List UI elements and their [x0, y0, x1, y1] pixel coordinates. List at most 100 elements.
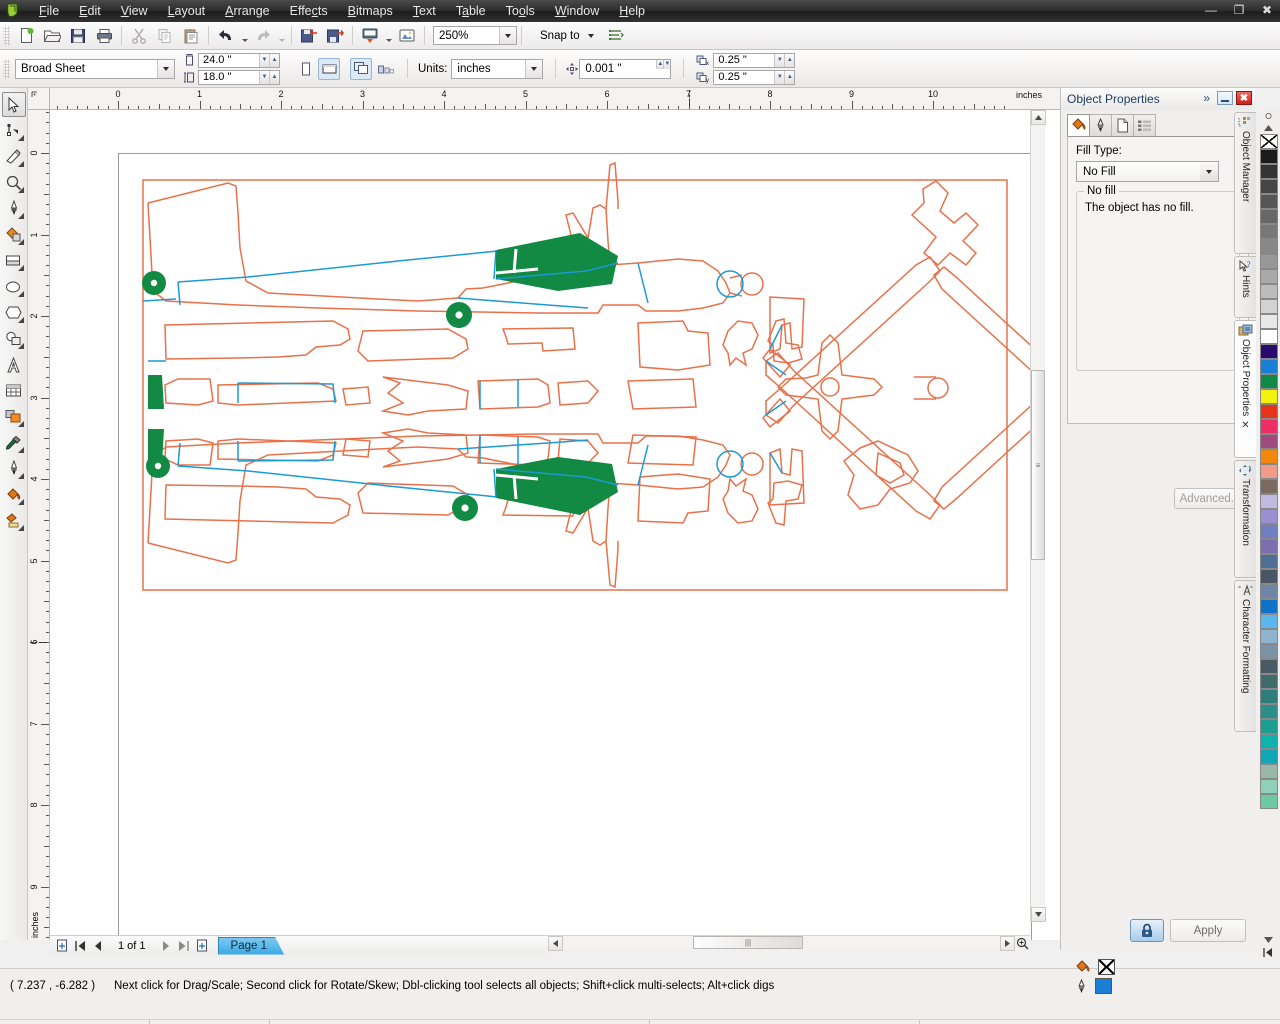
- palette-swatch[interactable]: [1260, 464, 1278, 479]
- chevron-down-icon[interactable]: [157, 60, 174, 78]
- pick-tool[interactable]: [2, 92, 26, 117]
- paste-button[interactable]: [178, 24, 204, 48]
- palette-swatch[interactable]: [1260, 209, 1278, 224]
- current-page-button[interactable]: [375, 58, 397, 80]
- menu-bar[interactable]: FFileile Edit View Layout Arrange Effect…: [29, 0, 655, 22]
- options-button[interactable]: [604, 24, 630, 48]
- sidetab-hints[interactable]: ? Hints: [1234, 256, 1256, 318]
- menu-view[interactable]: View: [111, 2, 158, 20]
- page-tab-page-1[interactable]: Page 1: [218, 937, 284, 955]
- palette-scroll-down-arrow-icon[interactable]: [1258, 934, 1278, 946]
- zoom-tool[interactable]: [2, 170, 26, 195]
- chevron-down-icon[interactable]: [525, 60, 542, 78]
- vertical-scrollbar[interactable]: ≡: [1030, 110, 1045, 922]
- palette-swatch[interactable]: [1260, 164, 1278, 179]
- import-button[interactable]: [296, 24, 322, 48]
- palette-swatch[interactable]: [1260, 224, 1278, 239]
- palette-swatch[interactable]: [1260, 269, 1278, 284]
- fill-tab[interactable]: [1067, 114, 1090, 136]
- toolbar-grip[interactable]: [3, 26, 10, 46]
- flyout-arrow-icon[interactable]: [18, 187, 24, 193]
- palette-swatch[interactable]: [1260, 329, 1278, 344]
- fill-type-combo[interactable]: No Fill: [1076, 161, 1219, 182]
- palette-swatch[interactable]: [1260, 794, 1278, 809]
- palette-swatch[interactable]: [1260, 404, 1278, 419]
- page-height-spinner[interactable]: ▼▲: [259, 71, 279, 84]
- portrait-orientation-button[interactable]: [294, 58, 316, 80]
- propbar-grip[interactable]: [3, 59, 10, 79]
- blend-tool[interactable]: [2, 404, 26, 429]
- all-pages-button[interactable]: [350, 58, 372, 80]
- add-page-after-button[interactable]: [194, 938, 210, 954]
- outline-color-swatch[interactable]: [1095, 978, 1112, 994]
- flyout-arrow-icon[interactable]: [18, 499, 24, 505]
- scroll-left-button[interactable]: [548, 936, 563, 951]
- minimize-icon[interactable]: —: [1202, 2, 1220, 18]
- last-page-button[interactable]: [176, 938, 192, 954]
- palette-swatch[interactable]: [1260, 194, 1278, 209]
- smart-fill-tool[interactable]: [2, 222, 26, 247]
- flyout-arrow-icon[interactable]: [18, 239, 24, 245]
- summary-tab[interactable]: [1133, 114, 1156, 136]
- close-x-icon[interactable]: ✕: [1241, 420, 1249, 434]
- eyedropper-tool[interactable]: [2, 430, 26, 455]
- flyout-arrow-icon[interactable]: [18, 421, 24, 427]
- add-page-before-button[interactable]: [54, 938, 70, 954]
- redo-dropdown-arrow-icon[interactable]: [276, 24, 287, 48]
- menu-bitmaps[interactable]: Bitmaps: [338, 2, 403, 20]
- sidetab-object-properties[interactable]: Object Properties ✕: [1234, 320, 1256, 458]
- palette-swatch[interactable]: [1260, 674, 1278, 689]
- double-chevron-right-icon[interactable]: »: [1199, 91, 1214, 105]
- palette-swatch[interactable]: [1260, 494, 1278, 509]
- flyout-arrow-icon[interactable]: [18, 265, 24, 271]
- menu-layout[interactable]: Layout: [158, 2, 216, 20]
- menu-arrange[interactable]: Arrange: [215, 2, 279, 20]
- chevron-down-icon[interactable]: [1200, 162, 1218, 181]
- palette-scroll-up-arrow-icon[interactable]: [1258, 122, 1278, 134]
- ellipse-tool[interactable]: [2, 274, 26, 299]
- open-button[interactable]: [39, 24, 65, 48]
- palette-swatch[interactable]: [1260, 179, 1278, 194]
- palette-swatch[interactable]: [1260, 644, 1278, 659]
- menu-help[interactable]: Help: [609, 2, 655, 20]
- page-width-input[interactable]: 24.0 " ▼▲: [198, 53, 280, 68]
- palette-swatch[interactable]: [1260, 719, 1278, 734]
- palette-swatch[interactable]: [1260, 689, 1278, 704]
- flyout-arrow-icon[interactable]: [18, 473, 24, 479]
- launcher-dropdown-arrow-icon[interactable]: [383, 24, 394, 48]
- next-page-button[interactable]: [158, 938, 174, 954]
- previous-page-button[interactable]: [90, 938, 106, 954]
- palette-swatch[interactable]: [1260, 524, 1278, 539]
- cut-button[interactable]: [126, 24, 152, 48]
- palette-swatch[interactable]: [1260, 239, 1278, 254]
- palette-swatch[interactable]: [1260, 569, 1278, 584]
- docker-minimize-button[interactable]: [1217, 91, 1233, 105]
- duplicate-x-spinner[interactable]: ▼▲: [774, 54, 794, 67]
- palette-swatch[interactable]: [1260, 584, 1278, 599]
- horizontal-ruler[interactable]: 012345678910inches: [50, 88, 1060, 110]
- palette-scroll-up-button[interactable]: [1258, 110, 1278, 122]
- undo-button[interactable]: [213, 24, 239, 48]
- menu-tools[interactable]: Tools: [496, 2, 545, 20]
- menu-table[interactable]: Table: [446, 2, 496, 20]
- helicopter-cutout-template[interactable]: [118, 153, 1032, 940]
- copy-button[interactable]: [152, 24, 178, 48]
- palette-swatch[interactable]: [1260, 539, 1278, 554]
- scroll-up-button[interactable]: [1031, 110, 1046, 125]
- corel-online-button[interactable]: [394, 24, 420, 48]
- palette-swatch[interactable]: [1260, 614, 1278, 629]
- menu-effects[interactable]: Effects: [280, 2, 338, 20]
- scroll-right-button[interactable]: [1000, 936, 1015, 951]
- crop-tool[interactable]: [2, 144, 26, 169]
- palette-swatch[interactable]: [1260, 149, 1278, 164]
- table-tool[interactable]: [2, 378, 26, 403]
- sidetab-object-manager[interactable]: Object Manager: [1234, 112, 1256, 254]
- palette-swatch[interactable]: [1260, 254, 1278, 269]
- page-width-spinner[interactable]: ▼▲: [259, 54, 279, 67]
- page-height-input[interactable]: 18.0 " ▼▲: [198, 70, 280, 85]
- export-button[interactable]: [322, 24, 348, 48]
- vertical-ruler[interactable]: 0123456789inches: [28, 110, 50, 940]
- palette-swatch-list[interactable]: [1258, 134, 1280, 809]
- nudge-offset-input[interactable]: 0.001 " ▲▼: [579, 59, 671, 79]
- palette-swatch[interactable]: [1260, 764, 1278, 779]
